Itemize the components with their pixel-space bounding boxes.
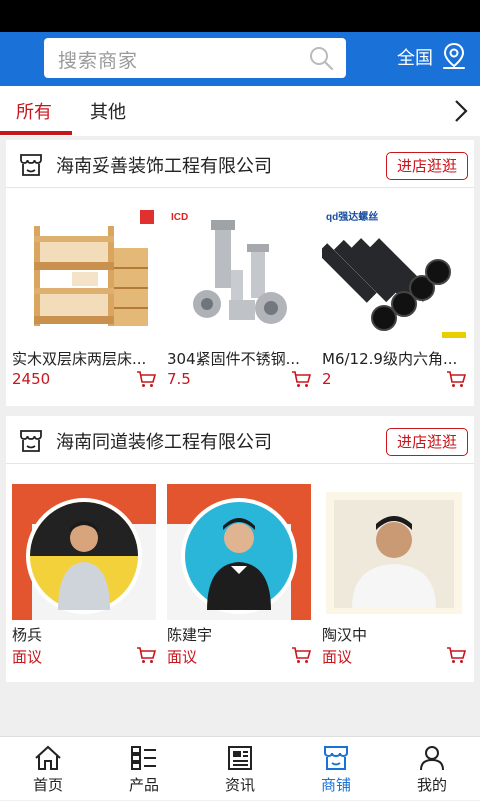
storefront-icon	[20, 430, 42, 452]
active-tab-indicator	[0, 131, 72, 135]
nav-label: 产品	[128, 776, 159, 794]
product-price: 面议	[167, 648, 198, 666]
nav-label: 我的	[416, 776, 447, 794]
product-price: 2	[322, 370, 332, 388]
nav-label: 首页	[32, 776, 63, 794]
bolt-brand-label: ICD	[171, 212, 188, 223]
tab-other[interactable]: 其他	[90, 98, 126, 124]
category-tabs: 所有 其他	[0, 86, 480, 136]
nav-news[interactable]: 资讯	[192, 737, 288, 801]
storefront-icon	[20, 154, 42, 176]
nav-products[interactable]: 产品	[96, 737, 192, 801]
region-selector[interactable]: 全国	[397, 44, 433, 70]
shop-card: 海南同道装修工程有限公司 进店逛逛 杨兵 面议 陈建宇 面议 陶汉中 面议	[6, 416, 474, 682]
shop-card-header: 海南同道装修工程有限公司 进店逛逛	[6, 416, 474, 464]
product-title: 实木双层床两层床...	[12, 350, 147, 368]
product-price: 2450	[12, 370, 51, 388]
screw-brand-label: qd强达螺丝	[326, 210, 378, 223]
product-title: 304紧固件不锈钢...	[167, 350, 300, 368]
product-price: 7.5	[167, 370, 191, 388]
bolt-image: ICD	[167, 208, 311, 344]
search-input[interactable]: 搜索商家	[44, 38, 346, 78]
cart-icon[interactable]	[446, 370, 466, 388]
product-title: 杨兵	[12, 626, 43, 644]
cart-icon[interactable]	[446, 646, 466, 664]
user-icon	[420, 746, 444, 771]
nav-label: 商铺	[320, 776, 351, 794]
cart-icon[interactable]	[136, 370, 156, 388]
product-title: 陈建宇	[167, 626, 213, 644]
nav-shops[interactable]: 商铺	[288, 737, 384, 801]
cart-icon[interactable]	[136, 646, 156, 664]
product-price: 面议	[322, 648, 353, 666]
product-title: M6/12.9级内六角...	[322, 350, 458, 368]
bunk-bed-image	[12, 208, 156, 344]
shop-name: 海南同道装修工程有限公司	[56, 432, 272, 453]
search-icon[interactable]	[308, 45, 334, 71]
nav-home[interactable]: 首页	[0, 737, 96, 801]
cart-icon[interactable]	[291, 646, 311, 664]
portrait-image	[167, 484, 311, 620]
portrait-image	[12, 484, 156, 620]
status-bar	[0, 0, 480, 32]
nav-label: 资讯	[224, 776, 255, 794]
product-list-icon	[131, 746, 156, 770]
shop-card-header: 海南妥善装饰工程有限公司 进店逛逛	[6, 140, 474, 188]
product-title: 陶汉中	[322, 626, 368, 644]
home-icon	[35, 745, 61, 770]
bottom-navigation: 首页 产品 资讯 商铺 我的	[0, 736, 480, 800]
chevron-right-icon[interactable]	[452, 98, 470, 124]
product-price: 面议	[12, 648, 43, 666]
cart-icon[interactable]	[291, 370, 311, 388]
location-icon[interactable]	[441, 42, 467, 70]
hex-screw-image: qd强达螺丝	[322, 208, 466, 344]
portrait-image	[322, 484, 466, 620]
tab-all[interactable]: 所有	[16, 98, 52, 124]
shop-icon	[324, 746, 348, 770]
shop-name: 海南妥善装饰工程有限公司	[56, 156, 272, 177]
search-placeholder: 搜索商家	[58, 50, 139, 72]
app-header: 搜索商家 全国	[0, 32, 480, 86]
enter-shop-button[interactable]: 进店逛逛	[386, 152, 468, 180]
enter-shop-button[interactable]: 进店逛逛	[386, 428, 468, 456]
news-icon	[228, 746, 252, 770]
shop-card: 海南妥善装饰工程有限公司 进店逛逛 实木双层床两层床... 2450 ICD 3…	[6, 140, 474, 406]
nav-mine[interactable]: 我的	[384, 737, 480, 801]
